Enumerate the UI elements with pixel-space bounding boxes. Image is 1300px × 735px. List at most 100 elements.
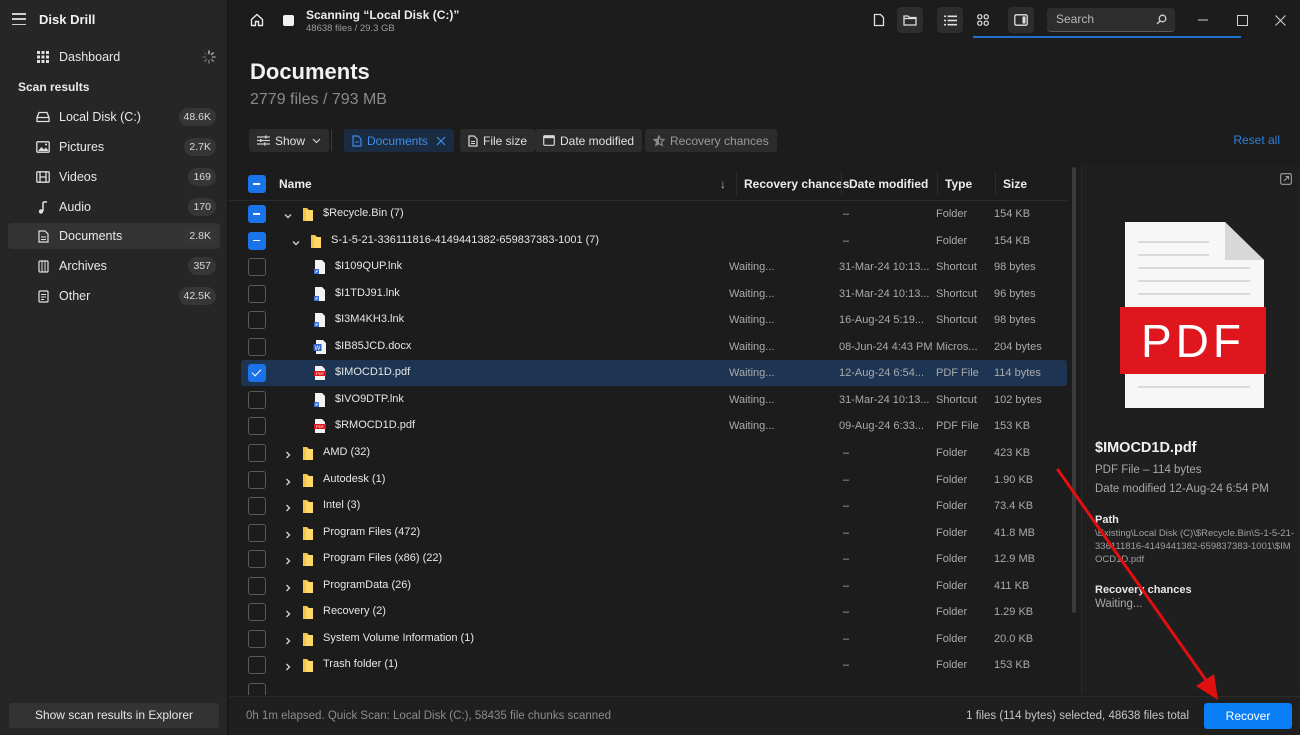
- row-checkbox[interactable]: [248, 231, 266, 250]
- file-size: 12.9 MB: [994, 553, 1035, 566]
- row-checkbox[interactable]: [248, 550, 266, 569]
- row-checkbox[interactable]: [248, 576, 266, 595]
- filter-chip-date-modified[interactable]: Date modified: [535, 129, 643, 152]
- file-type: Shortcut: [936, 314, 977, 327]
- toggle-preview-panel-button[interactable]: [1008, 7, 1034, 33]
- table-row[interactable]: S-1-5-21-336111816-4149441382-659837383-…: [241, 228, 1067, 254]
- sidebar-item-pictures[interactable]: Pictures 2.7K: [8, 134, 220, 160]
- show-dropdown[interactable]: Show: [249, 129, 330, 152]
- table-row[interactable]: Recovery (2) – Folder 1.29 KB: [241, 599, 1067, 625]
- row-checkbox[interactable]: [248, 390, 266, 409]
- search-input[interactable]: [1056, 12, 1152, 26]
- column-header-type[interactable]: Type: [945, 177, 972, 191]
- table-row-partial[interactable]: [241, 679, 1067, 695]
- row-checkbox[interactable]: [248, 470, 266, 489]
- chevron-right-icon[interactable]: [283, 527, 293, 539]
- chevron-right-icon[interactable]: [283, 659, 293, 671]
- minimize-button[interactable]: [1193, 10, 1213, 30]
- row-checkbox[interactable]: [248, 337, 266, 356]
- table-row[interactable]: $I109QUP.lnk Waiting... 31-Mar-24 10:13...…: [241, 254, 1067, 280]
- row-checkbox[interactable]: [248, 417, 266, 436]
- sidebar-item-local-disk[interactable]: Local Disk (C:) 48.6K: [8, 104, 220, 130]
- chevron-right-icon[interactable]: [283, 500, 293, 512]
- sort-descending-icon[interactable]: ↓: [720, 177, 726, 191]
- row-checkbox[interactable]: [248, 603, 266, 622]
- chevron-right-icon[interactable]: [283, 553, 293, 565]
- list-view-button[interactable]: [937, 7, 963, 33]
- sidebar-item-dashboard[interactable]: Dashboard: [8, 44, 220, 70]
- table-row[interactable]: Program Files (x86) (22) – Folder 12.9 MB: [241, 546, 1067, 572]
- folder-view-button[interactable]: [897, 7, 923, 33]
- folder-icon: [301, 657, 315, 673]
- column-header-name[interactable]: Name: [279, 177, 312, 191]
- chevron-right-icon[interactable]: [283, 633, 293, 645]
- grid-view-button[interactable]: [970, 7, 996, 33]
- sidebar-item-archives[interactable]: Archives 357: [8, 253, 220, 279]
- maximize-button[interactable]: [1232, 10, 1252, 30]
- table-row[interactable]: W $IB85JCD.docx Waiting... 08-Jun-24 4:43 P…: [241, 334, 1067, 360]
- row-checkbox[interactable]: [248, 523, 266, 542]
- column-header-recovery-chances[interactable]: Recovery chances: [744, 177, 849, 191]
- table-row[interactable]: Intel (3) – Folder 73.4 KB: [241, 493, 1067, 519]
- row-checkbox[interactable]: [248, 629, 266, 648]
- table-row[interactable]: ProgramData (26) – Folder 411 KB: [241, 573, 1067, 599]
- search-field[interactable]: [1047, 8, 1175, 32]
- table-row[interactable]: System Volume Information (1) – Folder 20.0…: [241, 626, 1067, 652]
- filter-chip-recovery-chances[interactable]: Recovery chances: [645, 129, 777, 152]
- row-checkbox[interactable]: [248, 364, 266, 383]
- select-all-checkbox[interactable]: [248, 175, 266, 193]
- table-row[interactable]: PDF $IMOCD1D.pdf Waiting... 12-Aug-24 6:54.…: [241, 360, 1067, 387]
- stop-scan-button[interactable]: [283, 15, 294, 26]
- table-row[interactable]: Autodesk (1) – Folder 1.90 KB: [241, 467, 1067, 493]
- row-checkbox[interactable]: [248, 205, 266, 223]
- table-row[interactable]: $I3M4KH3.lnk Waiting... 16-Aug-24 5:19... S…: [241, 307, 1067, 333]
- chevron-down-icon[interactable]: [291, 235, 301, 246]
- sidebar-item-videos[interactable]: Videos 169: [8, 164, 220, 190]
- column-header-date-modified[interactable]: Date modified: [849, 177, 928, 191]
- filter-chip-documents[interactable]: Documents: [344, 129, 454, 152]
- table-row[interactable]: $I1TDJ91.lnk Waiting... 31-Mar-24 10:13...…: [241, 281, 1067, 307]
- row-checkbox[interactable]: [248, 656, 266, 675]
- file-view-button[interactable]: [866, 7, 892, 33]
- table-row[interactable]: $IVO9DTP.lnk Waiting... 31-Mar-24 10:13...…: [241, 387, 1067, 413]
- menu-icon[interactable]: [12, 13, 26, 25]
- table-row[interactable]: $Recycle.Bin (7) – Folder 154 KB: [241, 201, 1067, 227]
- file-type: Folder: [936, 632, 968, 645]
- chevron-down-icon[interactable]: [283, 208, 293, 219]
- row-checkbox[interactable]: [248, 497, 266, 516]
- table-scrollbar[interactable]: [1072, 167, 1076, 613]
- date-modified: 31-Mar-24 10:13...: [839, 261, 930, 274]
- column-header-size[interactable]: Size: [1003, 177, 1027, 191]
- chevron-right-icon[interactable]: [283, 474, 293, 485]
- close-button[interactable]: [1270, 10, 1290, 30]
- chevron-right-icon[interactable]: [283, 606, 293, 618]
- file-name: Intel (3): [323, 499, 361, 512]
- recovery-chances-value: Waiting...: [1095, 598, 1143, 610]
- file-type: Shortcut: [936, 287, 977, 300]
- row-checkbox[interactable]: [248, 683, 266, 695]
- row-checkbox[interactable]: [248, 258, 266, 277]
- reset-all-link[interactable]: Reset all: [1233, 133, 1280, 147]
- show-in-explorer-button[interactable]: Show scan results in Explorer: [9, 703, 219, 728]
- open-external-icon[interactable]: [1280, 173, 1292, 185]
- scan-status-text: 0h 1m elapsed. Quick Scan: Local Disk (C…: [246, 710, 611, 722]
- filter-chip-file-size[interactable]: File size: [460, 129, 536, 152]
- recover-button[interactable]: Recover: [1204, 703, 1292, 729]
- selected-file-date: Date modified 12-Aug-24 6:54 PM: [1095, 483, 1269, 495]
- count-badge: 169: [188, 168, 216, 186]
- row-checkbox[interactable]: [248, 311, 266, 330]
- table-row[interactable]: AMD (32) – Folder 423 KB: [241, 440, 1067, 466]
- chevron-right-icon[interactable]: [283, 447, 293, 459]
- sidebar-item-other[interactable]: Other 42.5K: [8, 283, 220, 309]
- sidebar-item-label: Other: [59, 289, 91, 303]
- table-row[interactable]: PDF $RMOCD1D.pdf Waiting... 09-Aug-24 6:33.…: [241, 413, 1067, 439]
- home-icon[interactable]: [249, 12, 265, 28]
- row-checkbox[interactable]: [248, 284, 266, 303]
- remove-filter-icon[interactable]: [436, 136, 446, 146]
- row-checkbox[interactable]: [248, 443, 266, 462]
- sidebar-item-audio[interactable]: Audio 170: [8, 194, 220, 220]
- chevron-right-icon[interactable]: [283, 580, 293, 592]
- table-row[interactable]: Program Files (472) – Folder 41.8 MB: [241, 520, 1067, 546]
- sidebar-item-documents[interactable]: Documents 2.8K: [8, 223, 220, 249]
- table-row[interactable]: Trash folder (1) – Folder 153 KB: [241, 652, 1067, 678]
